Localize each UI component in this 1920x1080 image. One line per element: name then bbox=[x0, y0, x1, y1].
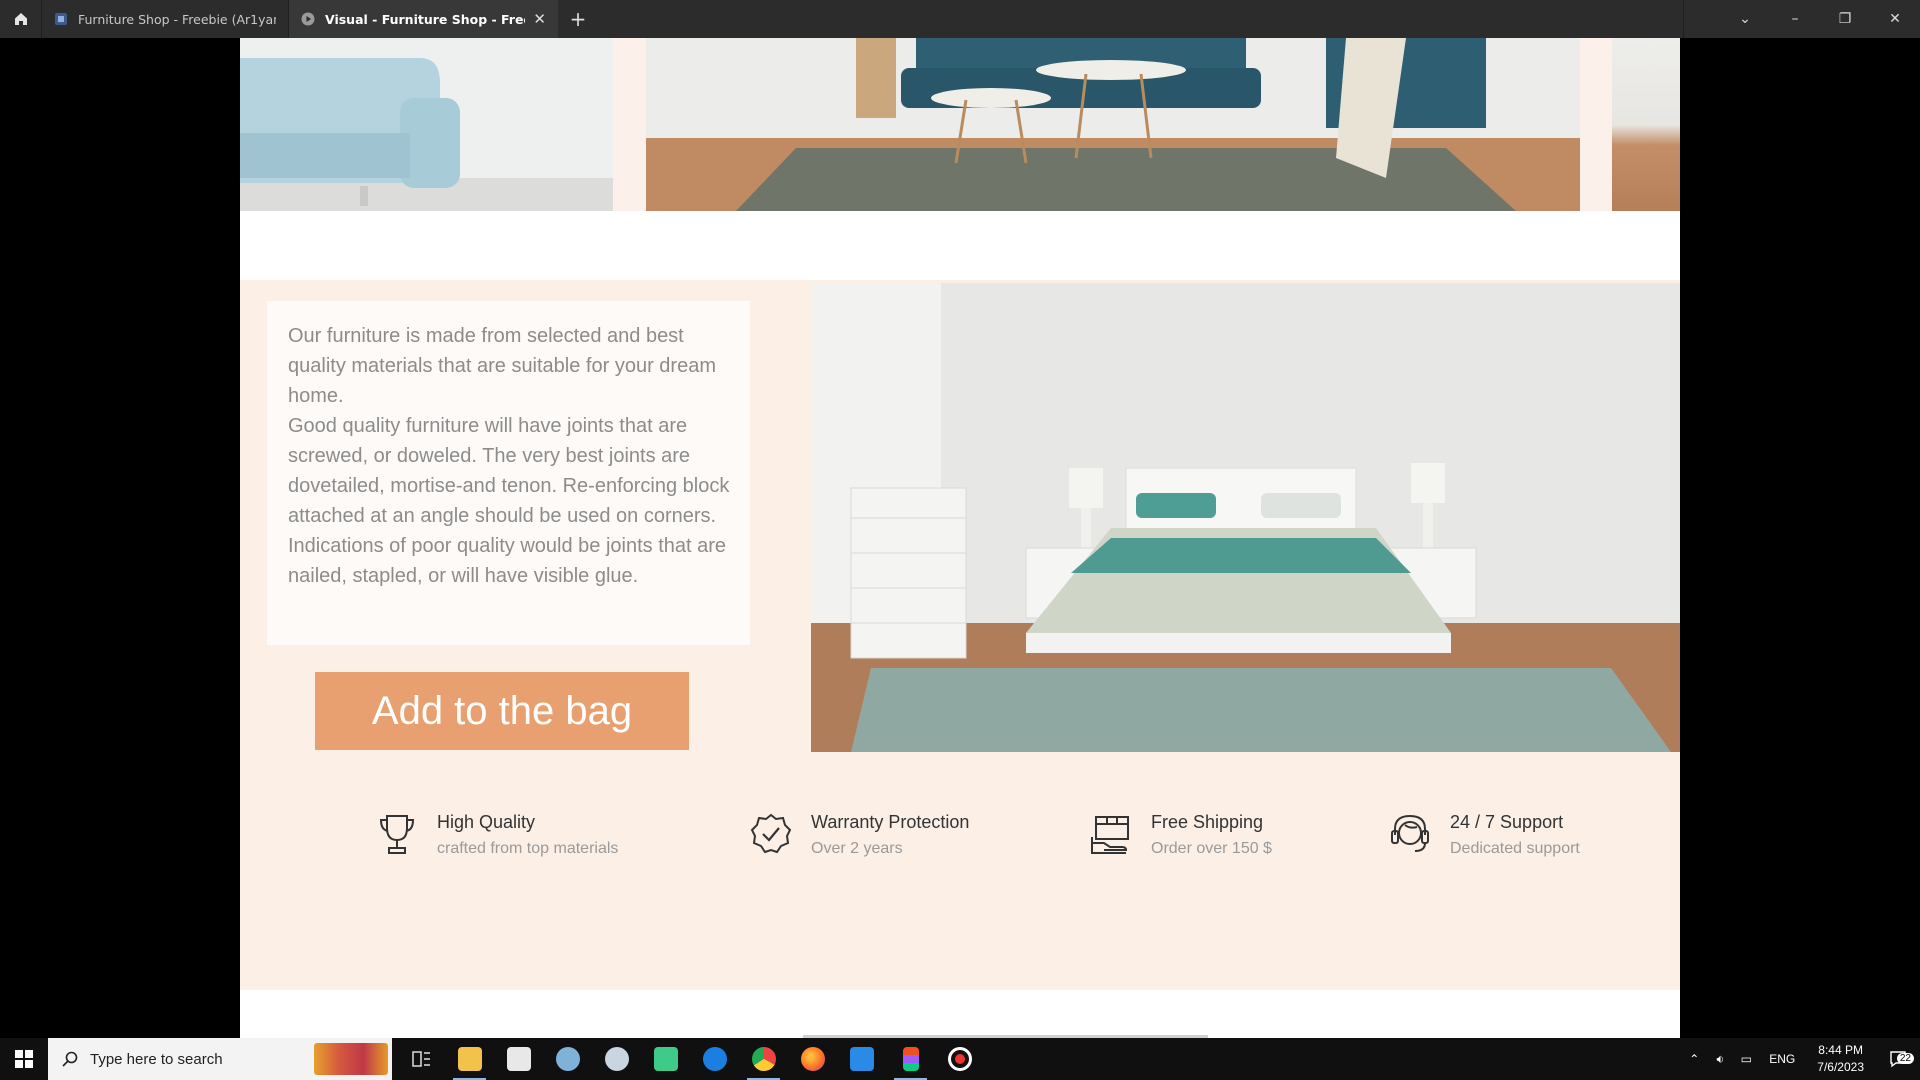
app-icon[interactable] bbox=[837, 1038, 886, 1080]
new-tab-button[interactable]: + bbox=[558, 0, 598, 38]
taskbar-search-box[interactable]: Type here to search bbox=[48, 1038, 392, 1080]
play-icon bbox=[301, 12, 315, 26]
home-button[interactable] bbox=[0, 0, 41, 38]
product-description: Our furniture is made from selected and … bbox=[288, 325, 730, 587]
tab-label: Furniture Shop - Freebie (Ar1yan) bbox=[78, 11, 276, 27]
app-icon[interactable] bbox=[592, 1038, 641, 1080]
feature-high-quality: High Quality crafted from top materials bbox=[375, 810, 618, 860]
chrome-icon[interactable] bbox=[739, 1038, 788, 1080]
search-placeholder: Type here to search bbox=[90, 1050, 223, 1068]
language-indicator[interactable]: ENG bbox=[1759, 1052, 1805, 1066]
clock-date: 7/6/2023 bbox=[1817, 1060, 1864, 1074]
prototype-canvas[interactable]: Our furniture is made from selected and … bbox=[0, 38, 1920, 1038]
app-titlebar: Furniture Shop - Freebie (Ar1yan) Visual… bbox=[0, 0, 1920, 38]
windows-logo-icon bbox=[15, 1050, 33, 1068]
verified-badge-icon bbox=[749, 812, 793, 856]
clock[interactable]: 8:44 PM 7/6/2023 bbox=[1805, 1042, 1876, 1076]
feature-title: Warranty Protection bbox=[811, 812, 970, 832]
search-highlight-image bbox=[314, 1043, 388, 1075]
taskbar-apps bbox=[396, 1038, 984, 1080]
teamviewer-icon[interactable] bbox=[690, 1038, 739, 1080]
notification-count: 22 bbox=[1896, 1053, 1914, 1064]
product-description-card: Our furniture is made from selected and … bbox=[267, 301, 750, 645]
feature-title: High Quality bbox=[437, 812, 536, 832]
app-icon[interactable] bbox=[543, 1038, 592, 1080]
armchair-illustration bbox=[240, 38, 613, 211]
tabs-dropdown-button[interactable]: ⌄ bbox=[1720, 0, 1770, 38]
close-tab-icon[interactable]: ✕ bbox=[533, 10, 546, 28]
tab-visual-furniture-shop[interactable]: Visual - Furniture Shop - Freebie (Ar1ya… bbox=[288, 0, 558, 38]
feature-warranty: Warranty Protection Over 2 years bbox=[749, 810, 969, 860]
figma-icon[interactable] bbox=[886, 1038, 935, 1080]
restore-button[interactable]: ❐ bbox=[1820, 0, 1870, 38]
figma-file-icon bbox=[55, 13, 67, 25]
trophy-icon bbox=[375, 812, 419, 856]
close-window-button[interactable]: ✕ bbox=[1870, 0, 1920, 38]
divider bbox=[1683, 0, 1684, 38]
next-section bbox=[240, 990, 1680, 1038]
mail-icon[interactable] bbox=[494, 1038, 543, 1080]
system-tray: ⌃ 🔉︎ ▭ ENG 8:44 PM 7/6/2023 22 bbox=[1681, 1038, 1920, 1080]
firefox-icon[interactable] bbox=[788, 1038, 837, 1080]
network-icon[interactable]: ▭ bbox=[1733, 1052, 1759, 1066]
add-to-bag-button[interactable]: Add to the bag bbox=[315, 672, 689, 750]
plus-icon: + bbox=[569, 7, 587, 31]
window-controls: ⌄ – ❐ ✕ bbox=[1683, 0, 1920, 38]
minimize-icon: – bbox=[1791, 11, 1799, 27]
notification-center-button[interactable]: 22 bbox=[1876, 1050, 1920, 1068]
start-button[interactable] bbox=[0, 1038, 48, 1080]
search-icon bbox=[62, 1051, 78, 1067]
feature-support: 24 / 7 Support Dedicated support bbox=[1388, 810, 1580, 860]
file-explorer-icon[interactable] bbox=[445, 1038, 494, 1080]
feature-subtitle: crafted from top materials bbox=[437, 840, 619, 857]
gallery-image-living-room[interactable] bbox=[646, 38, 1580, 211]
windows-taskbar: Type here to search ⌃ 🔉︎ ▭ ENG 8:44 PM 7… bbox=[0, 1038, 1920, 1080]
close-icon: ✕ bbox=[1889, 11, 1901, 27]
chevron-down-icon: ⌄ bbox=[1739, 11, 1751, 27]
feature-subtitle: Order over 150 $ bbox=[1151, 840, 1272, 857]
product-gallery bbox=[240, 38, 1680, 211]
gallery-image-partial[interactable] bbox=[1612, 38, 1680, 211]
gallery-image-armchair[interactable] bbox=[240, 38, 613, 211]
minimize-button[interactable]: – bbox=[1770, 0, 1820, 38]
feature-title: 24 / 7 Support bbox=[1450, 812, 1564, 832]
chevron-up-icon[interactable]: ⌃ bbox=[1681, 1052, 1707, 1066]
features-row: High Quality crafted from top materials … bbox=[240, 810, 1680, 870]
feature-subtitle: Dedicated support bbox=[1450, 840, 1580, 857]
restore-icon: ❐ bbox=[1838, 11, 1852, 27]
app-icon[interactable] bbox=[641, 1038, 690, 1080]
clock-time: 8:44 PM bbox=[1818, 1043, 1863, 1057]
record-icon[interactable] bbox=[935, 1038, 984, 1080]
furniture-page-frame: Our furniture is made from selected and … bbox=[240, 38, 1680, 1038]
living-room-illustration bbox=[646, 38, 1580, 211]
task-view-icon[interactable] bbox=[396, 1038, 445, 1080]
feature-title: Free Shipping bbox=[1151, 812, 1264, 832]
product-photo-bedroom[interactable] bbox=[811, 283, 1680, 752]
tab-label: Visual - Furniture Shop - Freebie (Ar1ya… bbox=[325, 11, 525, 27]
volume-icon[interactable]: 🔉︎ bbox=[1707, 1052, 1733, 1067]
product-section: Our furniture is made from selected and … bbox=[240, 280, 1680, 990]
feature-free-shipping: Free Shipping Order over 150 $ bbox=[1089, 810, 1272, 860]
feature-subtitle: Over 2 years bbox=[811, 840, 903, 857]
headset-support-icon bbox=[1388, 812, 1432, 856]
tab-furniture-shop[interactable]: Furniture Shop - Freebie (Ar1yan) bbox=[41, 0, 288, 38]
home-icon bbox=[14, 13, 27, 25]
bedroom-illustration bbox=[811, 283, 1680, 752]
shipping-box-icon bbox=[1089, 812, 1133, 856]
